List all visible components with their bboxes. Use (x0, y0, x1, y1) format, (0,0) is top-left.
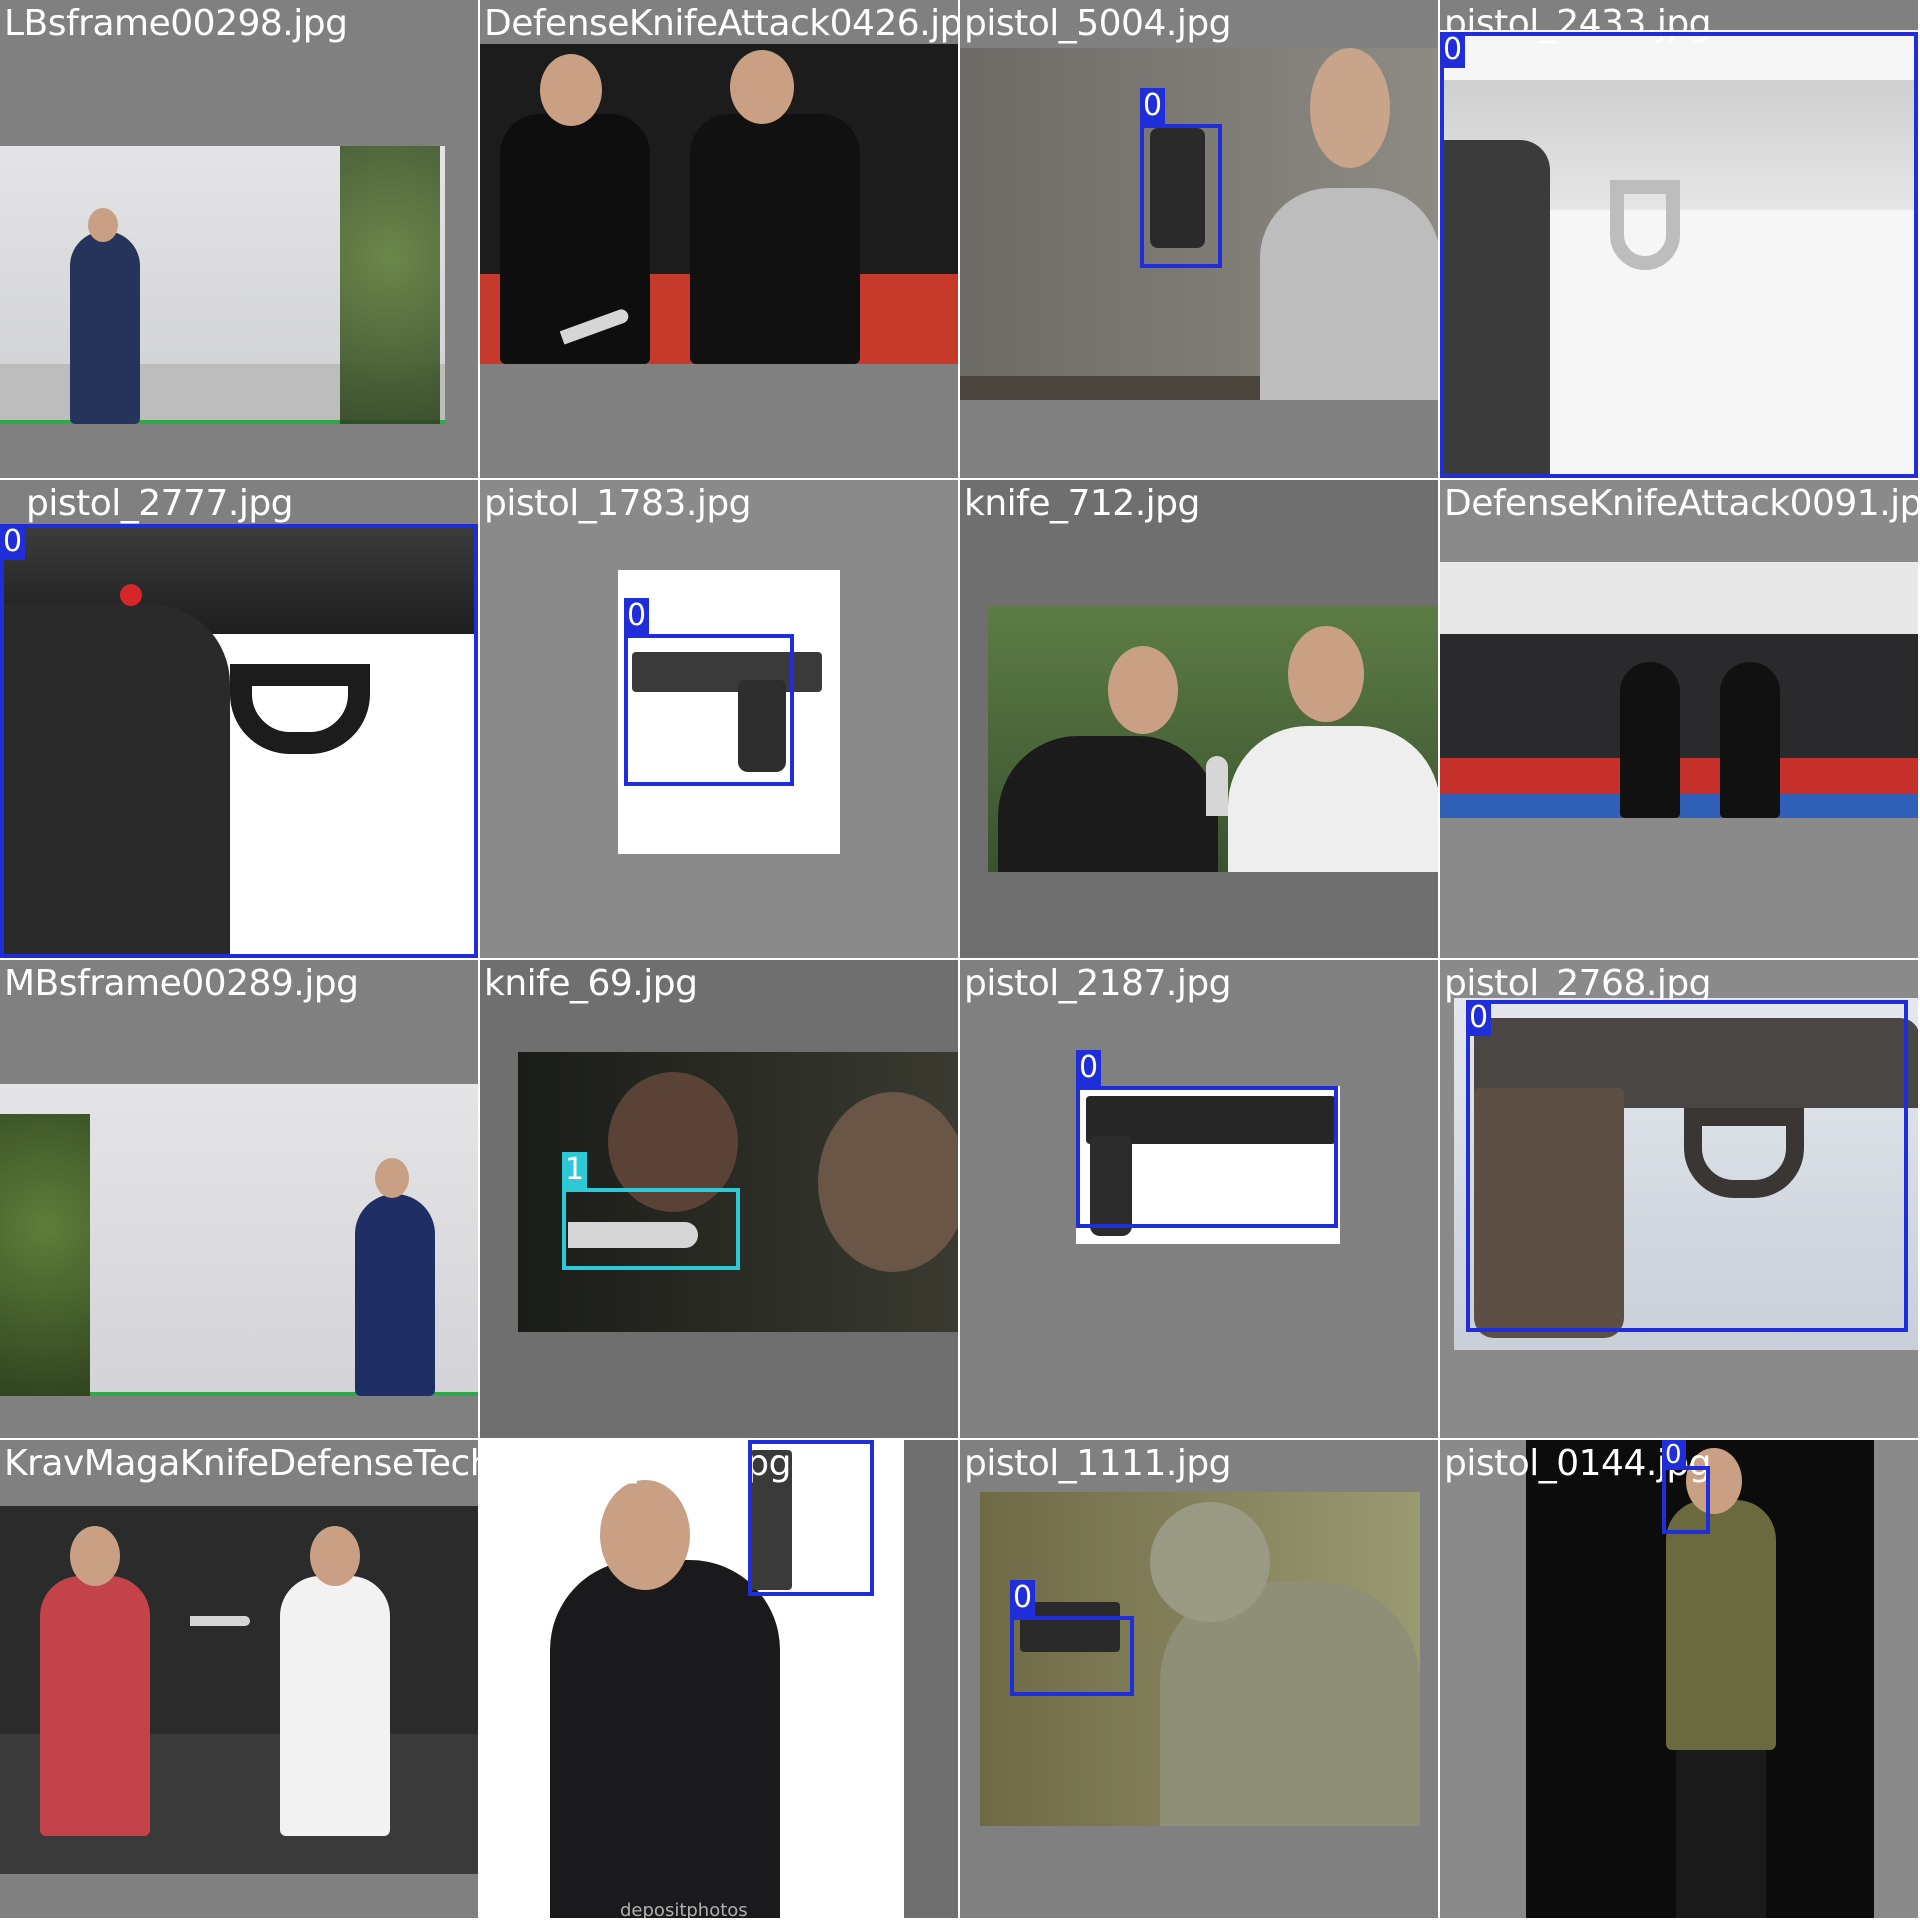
filename-label: pistol_5004.jpg (964, 3, 1232, 44)
scene-image (480, 44, 958, 364)
scene-image (988, 606, 1438, 872)
filename-label: pistol_1783.jpg (484, 483, 752, 524)
scene-image (1440, 562, 1918, 818)
class-label: 0 (748, 1440, 774, 1444)
mosaic-tile: 1 knife_69.jpg (480, 960, 960, 1440)
scene-image (0, 146, 445, 424)
knife-bounding-box: 1 (562, 1152, 740, 1270)
filename-label: pistol_2187.jpg (964, 963, 1232, 1004)
pistol-bounding-box: 0 (1440, 32, 1918, 478)
mosaic-tile: MBsframe00289.jpg (0, 960, 480, 1440)
filename-label: pistol_2777.jpg (26, 483, 294, 524)
mosaic-tile: 0 pistol_2777.jpg (0, 480, 480, 960)
pistol-bounding-box: 0 (624, 598, 794, 786)
mosaic-tile: 0 pistol_2433.jpg (1440, 0, 1920, 480)
mosaic-tile: depositphotos 0 pistoles_2418.jpg (480, 1440, 960, 1920)
pistol-bounding-box: 0 (748, 1440, 874, 1596)
class-label: 0 (1076, 1050, 1102, 1086)
class-label: 1 (562, 1152, 588, 1188)
scene-image (0, 1506, 478, 1874)
detection-mosaic: LBsframe00298.jpg DefenseKnifeAttack0426… (0, 0, 1920, 1920)
filename-label: DefenseKnifeAttack0426.jpg (484, 3, 960, 44)
pistol-bounding-box: 0 (0, 524, 478, 958)
mosaic-tile: 0 pistol_2768.jpg (1440, 960, 1920, 1440)
mosaic-tile: DefenseKnifeAttack0426.jpg (480, 0, 960, 480)
pistol-bounding-box: 0 (1662, 1440, 1710, 1534)
filename-label: pistol_1111.jpg (964, 1443, 1232, 1484)
class-label: 0 (1466, 1000, 1492, 1036)
filename-label: MBsframe00289.jpg (4, 963, 359, 1004)
filename-label: knife_712.jpg (964, 483, 1200, 524)
mosaic-tile: 0 pistol_1111.jpg (960, 1440, 1440, 1920)
pistol-bounding-box: 0 (1140, 88, 1222, 268)
filename-label: KravMagaKnifeDefenseTech (4, 1443, 480, 1484)
watermark: depositphotos (620, 1900, 748, 1920)
mosaic-tile: 0 pistol_5004.jpg (960, 0, 1440, 480)
filename-label: DefenseKnifeAttack0091.jpg (1444, 483, 1920, 524)
pistol-bounding-box: 0 (1466, 1000, 1908, 1332)
mosaic-tile: 0 pistol_0144.jpg (1440, 1440, 1920, 1920)
pistol-bounding-box: 0 (1010, 1580, 1134, 1696)
mosaic-tile: KravMagaKnifeDefenseTech (0, 1440, 480, 1920)
mosaic-tile: LBsframe00298.jpg (0, 0, 480, 480)
scene-image (0, 1084, 478, 1396)
class-label: 0 (1662, 1440, 1686, 1470)
class-label: 0 (0, 524, 26, 560)
mosaic-tile: DefenseKnifeAttack0091.jpg (1440, 480, 1920, 960)
mosaic-tile: knife_712.jpg (960, 480, 1440, 960)
class-label: 0 (1140, 88, 1166, 124)
mosaic-tile: 0 pistol_2187.jpg (960, 960, 1440, 1440)
filename-label: knife_69.jpg (484, 963, 698, 1004)
filename-label: pistoles_2418.jpg (484, 1443, 791, 1484)
mosaic-tile: 0 pistol_1783.jpg (480, 480, 960, 960)
class-label: 0 (1440, 32, 1466, 68)
class-label: 0 (624, 598, 650, 634)
class-label: 0 (1010, 1580, 1036, 1616)
pistol-bounding-box: 0 (1076, 1050, 1338, 1228)
filename-label: pistol_2768.jpg (1444, 963, 1712, 1004)
filename-label: LBsframe00298.jpg (4, 3, 348, 44)
